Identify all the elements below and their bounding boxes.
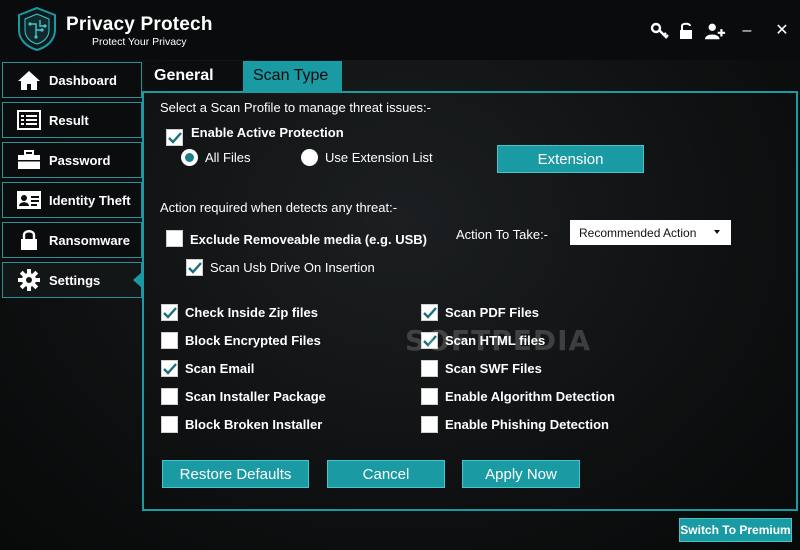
block-broken-installer-checkbox[interactable] bbox=[161, 416, 178, 433]
phishing-detection-checkbox[interactable] bbox=[421, 416, 438, 433]
scan-usb-label: Scan Usb Drive On Insertion bbox=[210, 260, 375, 275]
use-extension-list-label: Use Extension List bbox=[325, 150, 433, 165]
header-bar: Privacy Protech Protect Your Privacy – ✕ bbox=[0, 0, 800, 60]
app-subtitle: Protect Your Privacy bbox=[92, 36, 187, 48]
sidebar-item-label: Ransomware bbox=[49, 232, 130, 248]
check-inside-zip-checkbox[interactable] bbox=[161, 304, 178, 321]
all-files-radio[interactable] bbox=[181, 149, 198, 166]
apply-now-button[interactable]: Apply Now bbox=[462, 460, 580, 488]
app-window: Privacy Protech Protect Your Privacy – ✕… bbox=[0, 0, 800, 550]
sidebar-item-result[interactable]: Result bbox=[2, 102, 142, 138]
checkmark-icon bbox=[187, 261, 202, 274]
switch-to-premium-button[interactable]: Switch To Premium bbox=[679, 518, 792, 542]
gear-icon bbox=[16, 269, 42, 291]
sidebar-item-identity-theft[interactable]: Identity Theft bbox=[2, 182, 142, 218]
scan-swf-label: Scan SWF Files bbox=[445, 361, 542, 376]
block-encrypted-checkbox[interactable] bbox=[161, 332, 178, 349]
checkmark-icon bbox=[422, 306, 437, 319]
action-to-take-select[interactable]: Recommended Action bbox=[570, 220, 731, 245]
sidebar-item-password[interactable]: Password bbox=[2, 142, 142, 178]
action-heading: Action required when detects any threat:… bbox=[160, 200, 398, 215]
phishing-detection-label: Enable Phishing Detection bbox=[445, 417, 609, 432]
block-encrypted-label: Block Encrypted Files bbox=[185, 333, 321, 348]
app-title: Privacy Protech bbox=[66, 14, 213, 35]
briefcase-icon bbox=[16, 149, 42, 171]
lock-icon bbox=[16, 229, 42, 251]
home-icon bbox=[16, 69, 42, 91]
block-broken-installer-label: Block Broken Installer bbox=[185, 417, 323, 432]
id-card-icon bbox=[16, 189, 42, 211]
scan-usb-checkbox[interactable] bbox=[186, 259, 203, 276]
lock-icon[interactable] bbox=[675, 20, 697, 42]
exclude-removable-label: Exclude Removeable media (e.g. USB) bbox=[190, 232, 427, 247]
checkmark-icon bbox=[162, 306, 177, 319]
scan-swf-checkbox[interactable] bbox=[421, 360, 438, 377]
watermark: SOFTPEDIA bbox=[405, 324, 592, 357]
chevron-down-icon bbox=[714, 230, 720, 234]
sidebar-item-label: Dashboard bbox=[49, 72, 117, 88]
algorithm-detection-label: Enable Algorithm Detection bbox=[445, 389, 615, 404]
action-to-take-value: Recommended Action bbox=[579, 225, 697, 240]
sidebar-item-dashboard[interactable]: Dashboard bbox=[2, 62, 142, 98]
tab-scan-type[interactable]: Scan Type bbox=[243, 61, 342, 91]
extension-button[interactable]: Extension bbox=[497, 145, 644, 173]
checkmark-icon bbox=[167, 131, 182, 144]
sidebar: Dashboard Result Password Identity Theft… bbox=[0, 60, 142, 550]
sidebar-item-settings[interactable]: Settings bbox=[2, 262, 142, 298]
scan-installer-checkbox[interactable] bbox=[161, 388, 178, 405]
scan-email-label: Scan Email bbox=[185, 361, 255, 376]
algorithm-detection-checkbox[interactable] bbox=[421, 388, 438, 405]
use-extension-list-radio[interactable] bbox=[301, 149, 318, 166]
user-add-icon[interactable] bbox=[704, 20, 726, 42]
enable-active-protection-label: Enable Active Protection bbox=[191, 125, 344, 140]
tab-general[interactable]: General bbox=[144, 61, 242, 91]
key-icon[interactable] bbox=[649, 20, 671, 42]
restore-defaults-button[interactable]: Restore Defaults bbox=[162, 460, 309, 488]
exclude-removable-checkbox[interactable] bbox=[166, 230, 183, 247]
scan-profile-heading: Select a Scan Profile to manage threat i… bbox=[160, 100, 431, 115]
active-indicator bbox=[133, 272, 142, 288]
scan-pdf-label: Scan PDF Files bbox=[445, 305, 539, 320]
scan-pdf-checkbox[interactable] bbox=[421, 304, 438, 321]
all-files-label: All Files bbox=[205, 150, 251, 165]
sidebar-item-ransomware[interactable]: Ransomware bbox=[2, 222, 142, 258]
scan-installer-label: Scan Installer Package bbox=[185, 389, 326, 404]
sidebar-item-label: Password bbox=[49, 152, 111, 168]
sidebar-item-label: Result bbox=[49, 112, 89, 128]
close-button[interactable]: ✕ bbox=[773, 22, 791, 40]
logo-icon bbox=[18, 6, 56, 52]
enable-active-protection-checkbox[interactable] bbox=[166, 129, 183, 146]
checkmark-icon bbox=[162, 362, 177, 375]
cancel-button[interactable]: Cancel bbox=[327, 460, 445, 488]
check-inside-zip-label: Check Inside Zip files bbox=[185, 305, 318, 320]
list-icon bbox=[16, 109, 42, 131]
sidebar-item-label: Settings bbox=[49, 272, 101, 288]
sidebar-item-label: Identity Theft bbox=[49, 192, 131, 208]
minimize-button[interactable]: – bbox=[738, 22, 756, 40]
action-to-take-label: Action To Take:- bbox=[456, 227, 549, 242]
scan-email-checkbox[interactable] bbox=[161, 360, 178, 377]
